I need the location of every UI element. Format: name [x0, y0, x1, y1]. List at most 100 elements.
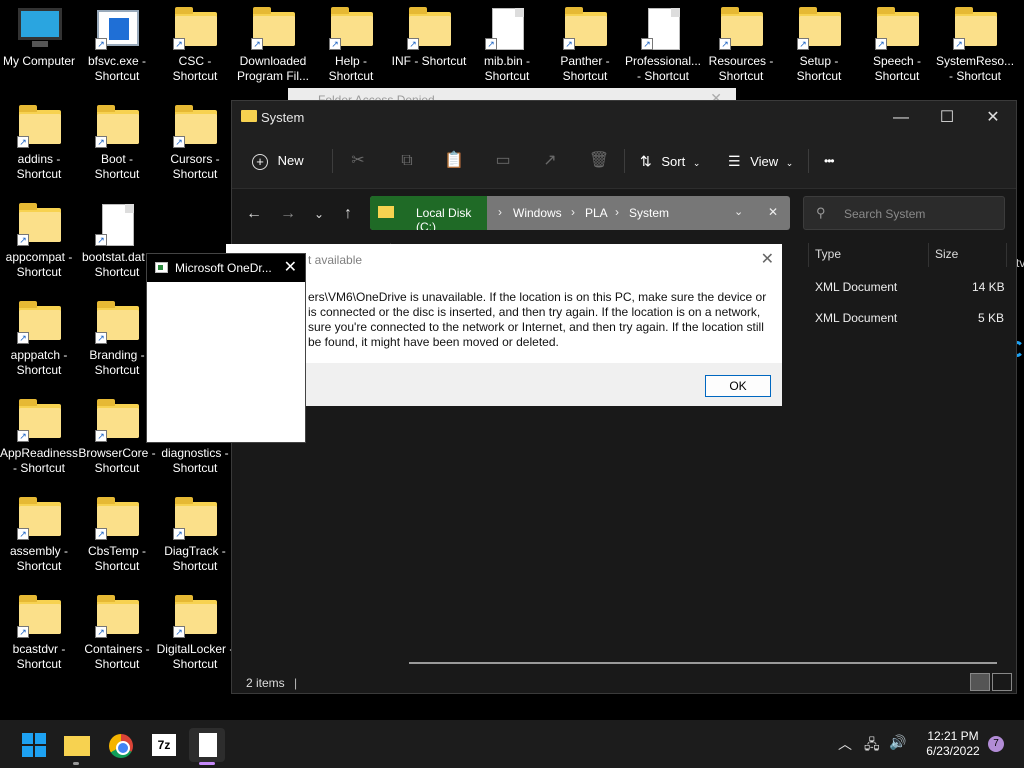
- breadcrumb-root[interactable]: Local Disk (C:): [370, 196, 487, 230]
- shortcut-arrow-icon: ↗: [17, 136, 29, 148]
- desktop-icon[interactable]: ↗ Help - Shortcut: [312, 6, 390, 96]
- breadcrumb-item[interactable]: Local Disk (C:): [416, 206, 487, 230]
- start-button[interactable]: [14, 728, 50, 762]
- desktop-icon[interactable]: ↗ INF - Shortcut: [390, 6, 468, 96]
- document-icon: ↗: [483, 6, 531, 50]
- paste-icon[interactable]: 📋: [442, 149, 466, 173]
- up-button[interactable]: ↑: [337, 203, 359, 225]
- date: 6/23/2022: [926, 744, 980, 758]
- desktop-icon[interactable]: ↗ AppReadiness - Shortcut: [0, 398, 78, 488]
- tiles-view-icon[interactable]: [992, 673, 1012, 691]
- network-icon[interactable]: 🖧: [864, 734, 880, 758]
- desktop-icon[interactable]: ↗ Resources - Shortcut: [702, 6, 780, 96]
- 7zip-taskbar-button[interactable]: 7z: [145, 728, 181, 762]
- clear-icon[interactable]: ✕: [768, 205, 778, 219]
- sort-button[interactable]: ⇅ Sort ⌄: [640, 147, 706, 175]
- file-size-cell[interactable]: 14 KB: [972, 280, 1005, 294]
- cut-icon[interactable]: ✂: [346, 149, 370, 173]
- close-icon[interactable]: ✕: [761, 249, 774, 269]
- folder-icon: ↗: [93, 398, 141, 442]
- desktop-icon-label: SystemReso... - Shortcut: [936, 54, 1015, 83]
- desktop-icon-label: Branding - Shortcut: [89, 348, 145, 377]
- more-options-button[interactable]: •••: [824, 147, 848, 175]
- delete-icon[interactable]: 🗑: [587, 149, 611, 173]
- clock[interactable]: 12:21 PM 6/23/2022: [910, 729, 996, 759]
- desktop-icon[interactable]: ↗ CSC - Shortcut: [156, 6, 234, 96]
- back-button[interactable]: ←: [243, 203, 265, 225]
- desktop-icon[interactable]: ↗ SystemReso... - Shortcut: [936, 6, 1014, 96]
- sort-label: Sort: [661, 154, 686, 169]
- new-button[interactable]: + New ⌄: [252, 147, 318, 195]
- view-button[interactable]: ☰ View ⌄: [728, 147, 798, 175]
- column-divider: [808, 243, 809, 267]
- desktop-icon[interactable]: ↗ Boot - Shortcut: [78, 104, 156, 194]
- forward-button[interactable]: →: [277, 203, 299, 225]
- chevron-up-icon[interactable]: ︿: [838, 734, 852, 754]
- desktop-icon[interactable]: ↗ appcompat - Shortcut: [0, 202, 78, 292]
- file-type-cell[interactable]: XML Document: [815, 311, 897, 325]
- desktop-icon[interactable]: ↗ DiagTrack - Shortcut: [156, 496, 234, 586]
- desktop-icon[interactable]: ↗ bcastdvr - Shortcut: [0, 594, 78, 684]
- desktop-icon[interactable]: ↗ BrowserCore - Shortcut: [78, 398, 156, 488]
- desktop-icon[interactable]: ↗ CbsTemp - Shortcut: [78, 496, 156, 586]
- ok-button[interactable]: OK: [705, 375, 771, 397]
- details-view-icon[interactable]: [970, 673, 990, 691]
- shortcut-arrow-icon: ↗: [95, 332, 107, 344]
- breadcrumb-item[interactable]: Windows: [513, 206, 562, 220]
- volume-icon[interactable]: 🔊: [889, 734, 906, 751]
- desktop-icon[interactable]: ↗ Setup - Shortcut: [780, 6, 858, 96]
- desktop-icon[interactable]: ↗ Panther - Shortcut: [546, 6, 624, 96]
- rename-icon[interactable]: ▭: [491, 149, 515, 173]
- close-button[interactable]: ✕: [284, 257, 297, 277]
- address-bar[interactable]: Local Disk (C:) › Windows › PLA › System…: [370, 196, 790, 230]
- desktop-icon[interactable]: ↗ assembly - Shortcut: [0, 496, 78, 586]
- column-divider: [1006, 243, 1007, 267]
- desktop-icon[interactable]: ↗ bootstat.dat - Shortcut: [78, 202, 156, 292]
- chrome-taskbar-button[interactable]: [101, 728, 137, 762]
- desktop-icon[interactable]: ↗ DigitalLocker - Shortcut: [156, 594, 234, 684]
- breadcrumb-item[interactable]: PLA: [585, 206, 608, 220]
- desktop-icon[interactable]: ↗ Professional... - Shortcut: [624, 6, 702, 96]
- desktop-icon-label: mib.bin - Shortcut: [483, 54, 530, 83]
- desktop-icon[interactable]: ↗ Speech - Shortcut: [858, 6, 936, 96]
- shortcut-arrow-icon: ↗: [95, 430, 107, 442]
- close-button[interactable]: ✕: [970, 103, 1016, 133]
- desktop-icon[interactable]: ↗ apppatch - Shortcut: [0, 300, 78, 390]
- desktop-icon-label: apppatch - Shortcut: [10, 348, 68, 377]
- desktop-icon[interactable]: ↗ Downloaded Program Fil...: [234, 6, 312, 96]
- desktop-icon[interactable]: My Computer: [0, 6, 78, 96]
- file-type-cell[interactable]: XML Document: [815, 280, 897, 294]
- desktop-icon[interactable]: ↗ Containers - Shortcut: [78, 594, 156, 684]
- desktop-icon[interactable]: ↗ mib.bin - Shortcut: [468, 6, 546, 96]
- share-icon[interactable]: ↗: [538, 149, 562, 173]
- desktop-icon[interactable]: ↗ Cursors - Shortcut: [156, 104, 234, 194]
- file-explorer-taskbar-button[interactable]: [58, 728, 94, 765]
- desktop-icon-label: CbsTemp - Shortcut: [87, 544, 146, 573]
- breadcrumb-item[interactable]: System: [629, 206, 669, 220]
- notepad-taskbar-button[interactable]: [189, 728, 225, 765]
- shortcut-arrow-icon: ↗: [17, 528, 29, 540]
- search-box[interactable]: ⚲ Search System: [803, 196, 1005, 230]
- folder-icon: ↗: [93, 300, 141, 344]
- shortcut-arrow-icon: ↗: [875, 38, 887, 50]
- desktop-icon[interactable]: ↗ addins - Shortcut: [0, 104, 78, 194]
- horizontal-scrollbar[interactable]: [409, 662, 997, 664]
- folder-icon: [64, 736, 90, 756]
- chevron-down-icon[interactable]: ⌄: [734, 205, 743, 218]
- shortcut-arrow-icon: ↗: [563, 38, 575, 50]
- desktop-icon-label: INF - Shortcut: [391, 54, 467, 68]
- file-size-cell[interactable]: 5 KB: [978, 311, 1004, 325]
- minimize-button[interactable]: —: [878, 103, 924, 133]
- maximize-button[interactable]: ☐: [924, 103, 970, 133]
- column-header-size[interactable]: Size: [935, 247, 958, 261]
- recent-locations-button[interactable]: ⌄: [308, 203, 330, 225]
- folder-icon: ↗: [717, 6, 765, 50]
- copy-icon[interactable]: ⧉: [395, 149, 419, 173]
- divider: [624, 149, 625, 173]
- notification-badge[interactable]: 7: [988, 736, 1004, 752]
- column-header-type[interactable]: Type: [815, 247, 841, 261]
- desktop-icon-label: bcastdvr - Shortcut: [12, 642, 66, 671]
- desktop-icon[interactable]: ↗ bfsvc.exe - Shortcut: [78, 6, 156, 96]
- plus-icon: +: [252, 153, 268, 170]
- desktop-icon[interactable]: ↗ Branding - Shortcut: [78, 300, 156, 390]
